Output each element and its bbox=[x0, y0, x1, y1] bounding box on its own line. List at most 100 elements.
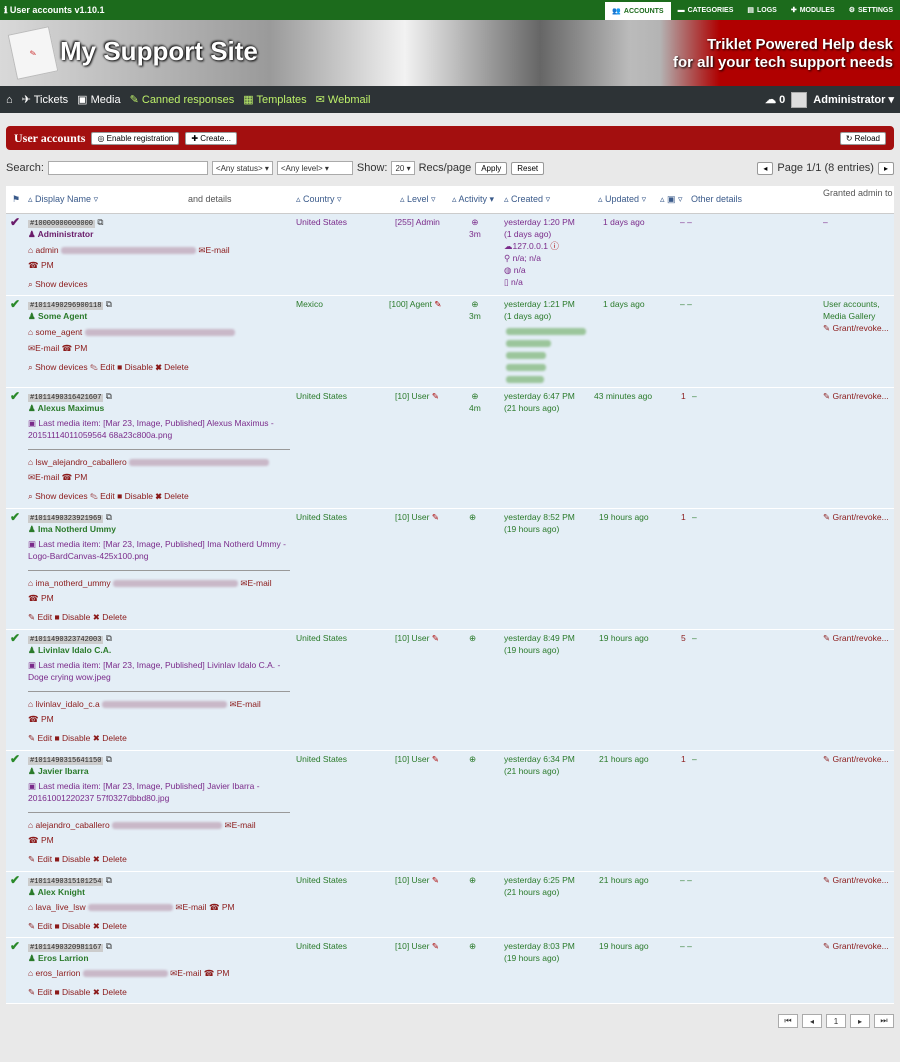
col-media[interactable]: ▵ ▣ ▿ bbox=[660, 194, 683, 205]
user-display-name[interactable]: ♟ Javier Ibarra bbox=[28, 765, 89, 777]
user-display-name[interactable]: ♟ Some Agent bbox=[28, 310, 87, 322]
copy-icon[interactable]: ⧉ bbox=[106, 299, 112, 309]
user-link[interactable]: ⌂ some_agent bbox=[28, 327, 82, 337]
disable-link[interactable]: ■ Disable bbox=[55, 921, 91, 931]
show-devices-link[interactable]: ⌕ Show devices bbox=[28, 279, 88, 289]
pm-link[interactable]: ☎ PM bbox=[28, 714, 54, 724]
edit-link[interactable]: ✎ Edit bbox=[90, 491, 115, 501]
pm-link[interactable]: ☎ PM bbox=[28, 260, 54, 270]
apply-button[interactable]: Apply bbox=[475, 161, 508, 175]
edit-link[interactable]: ✎ Edit bbox=[28, 921, 52, 931]
prev-page-button[interactable]: ◂ bbox=[757, 161, 774, 175]
copy-icon[interactable]: ⧉ bbox=[106, 941, 112, 951]
pm-link[interactable]: ☎ PM bbox=[28, 593, 54, 603]
current-page[interactable]: 1 bbox=[826, 1014, 846, 1028]
delete-link[interactable]: ✖ Delete bbox=[93, 921, 127, 931]
user-link[interactable]: ⌂ lava_live_lsw bbox=[28, 902, 86, 912]
copy-icon[interactable]: ⧉ bbox=[106, 875, 112, 885]
edit-link[interactable]: ✎ Edit bbox=[28, 733, 52, 743]
user-display-name[interactable]: ♟ Ima Notherd Ummy bbox=[28, 523, 116, 535]
nav-logs[interactable]: ▤ Logs bbox=[740, 0, 783, 20]
edit-link[interactable]: ✎ Edit bbox=[28, 987, 52, 997]
delete-link[interactable]: ✖ Delete bbox=[155, 362, 188, 372]
menu-templates[interactable]: ▦ Templates bbox=[243, 93, 306, 106]
show-devices-link[interactable]: ⌕ Show devices bbox=[28, 491, 88, 501]
user-display-name[interactable]: ♟ Eros Larrion bbox=[28, 952, 89, 964]
site-logo[interactable]: ✎ bbox=[7, 26, 59, 80]
email-link[interactable]: ✉E-mail bbox=[240, 578, 271, 588]
grant-revoke-link[interactable]: ✎ Grant/revoke... bbox=[823, 512, 889, 522]
user-link[interactable]: ⌂ lsw_alejandro_caballero bbox=[28, 457, 127, 467]
avatar[interactable] bbox=[791, 91, 808, 108]
reset-button[interactable]: Reset bbox=[511, 161, 545, 175]
show-devices-link[interactable]: ⌕ Show devices bbox=[28, 362, 88, 372]
info-icon[interactable]: ⓘ bbox=[550, 241, 559, 251]
media-count-link[interactable]: 1 bbox=[681, 511, 686, 523]
delete-link[interactable]: ✖ Delete bbox=[93, 612, 127, 622]
copy-icon[interactable]: ⧉ bbox=[97, 217, 103, 227]
delete-link[interactable]: ✖ Delete bbox=[93, 854, 127, 864]
menu-canned-responses[interactable]: ✎ Canned responses bbox=[130, 93, 235, 106]
user-link[interactable]: ⌂ admin bbox=[28, 245, 59, 255]
site-name[interactable]: My Support Site bbox=[60, 36, 258, 67]
col-updated[interactable]: ▵ Updated ▿ bbox=[598, 194, 646, 205]
next-page-button[interactable]: ▸ bbox=[877, 161, 894, 175]
user-display-name[interactable]: ♟ Administrator bbox=[28, 228, 93, 240]
grant-revoke-link[interactable]: ✎ Grant/revoke... bbox=[823, 391, 889, 401]
nav-accounts[interactable]: 👥 Accounts bbox=[605, 0, 671, 20]
email-link[interactable]: ✉E-mail bbox=[224, 820, 255, 830]
user-display-name[interactable]: ♟ Alex Knight bbox=[28, 886, 85, 898]
grant-revoke-link[interactable]: ✎ Grant/revoke... bbox=[823, 941, 889, 951]
disable-link[interactable]: ■ Disable bbox=[117, 491, 153, 501]
email-link[interactable]: ✉E-mail bbox=[28, 343, 59, 353]
menu-media[interactable]: ▣ Media bbox=[77, 93, 120, 106]
search-input[interactable] bbox=[47, 161, 208, 175]
edit-link[interactable]: ✎ Edit bbox=[28, 612, 52, 622]
level-edit[interactable]: [10] User ✎ bbox=[395, 753, 439, 765]
last-page-button[interactable]: ⏭ bbox=[874, 1014, 894, 1028]
reload-button[interactable]: ↻ Reload bbox=[839, 131, 886, 145]
level-select[interactable]: <Any level> ▾ bbox=[276, 161, 353, 175]
email-link[interactable]: ✉E-mail bbox=[175, 902, 206, 912]
col-level[interactable]: ▵ Level ▿ bbox=[400, 194, 436, 205]
col-created[interactable]: ▵ Created ▿ bbox=[504, 194, 550, 205]
edit-link[interactable]: ✎ Edit bbox=[90, 362, 115, 372]
nav-categories[interactable]: ▬ Categories bbox=[671, 0, 741, 20]
delete-link[interactable]: ✖ Delete bbox=[93, 733, 127, 743]
grant-revoke-link[interactable]: ✎ Grant/revoke... bbox=[823, 323, 889, 333]
disable-link[interactable]: ■ Disable bbox=[55, 987, 91, 997]
delete-link[interactable]: ✖ Delete bbox=[93, 987, 127, 997]
media-count-link[interactable]: 5 bbox=[681, 632, 686, 644]
level-edit[interactable]: [10] User ✎ bbox=[395, 874, 439, 886]
level-edit[interactable]: [10] User ✎ bbox=[395, 511, 439, 523]
create-button[interactable]: ✚ Create... bbox=[185, 131, 237, 145]
home-icon[interactable]: ⌂ bbox=[6, 94, 13, 106]
pm-link[interactable]: ☎ PM bbox=[204, 968, 230, 978]
status-select[interactable]: <Any status> ▾ bbox=[211, 161, 273, 175]
disable-link[interactable]: ■ Disable bbox=[55, 854, 91, 864]
level-edit[interactable]: [100] Agent ✎ bbox=[389, 298, 442, 310]
email-link[interactable]: ✉E-mail bbox=[230, 699, 261, 709]
nav-modules[interactable]: ✚ Modules bbox=[784, 0, 842, 20]
notifications[interactable]: ☁ 0 bbox=[765, 93, 785, 106]
enable-registration-button[interactable]: ◎ Enable registration bbox=[91, 131, 180, 145]
email-link[interactable]: ✉E-mail bbox=[198, 245, 229, 255]
copy-icon[interactable]: ⧉ bbox=[106, 391, 112, 401]
user-link[interactable]: ⌂ alejandro_caballero bbox=[28, 820, 110, 830]
delete-link[interactable]: ✖ Delete bbox=[155, 491, 188, 501]
email-link[interactable]: ✉E-mail bbox=[28, 472, 59, 482]
next-page-button[interactable]: ▸ bbox=[850, 1014, 870, 1028]
col-display-name[interactable]: ▵ Display Name ▿ bbox=[28, 194, 98, 205]
grant-revoke-link[interactable]: ✎ Grant/revoke... bbox=[823, 875, 889, 885]
col-activity[interactable]: ▵ Activity ▾ bbox=[452, 194, 494, 205]
disable-link[interactable]: ■ Disable bbox=[55, 733, 91, 743]
level-edit[interactable]: [10] User ✎ bbox=[395, 940, 439, 952]
pm-link[interactable]: ☎ PM bbox=[209, 902, 235, 912]
media-count-link[interactable]: 1 bbox=[681, 753, 686, 765]
copy-icon[interactable]: ⧉ bbox=[106, 754, 112, 764]
user-display-name[interactable]: ♟ Livinlav Idalo C.A. bbox=[28, 644, 111, 656]
level-edit[interactable]: [10] User ✎ bbox=[395, 390, 439, 402]
level-edit[interactable]: [10] User ✎ bbox=[395, 632, 439, 644]
pm-link[interactable]: ☎ PM bbox=[28, 835, 54, 845]
user-display-name[interactable]: ♟ Alexus Maximus bbox=[28, 402, 104, 414]
